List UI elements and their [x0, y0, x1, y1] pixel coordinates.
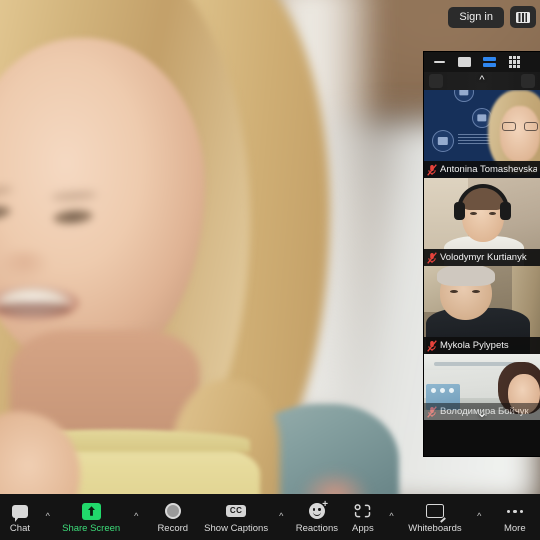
apps-label: Apps — [352, 523, 374, 535]
closed-captions-icon: CC — [225, 505, 247, 518]
single-view-icon — [458, 57, 471, 67]
chevron-up-icon[interactable]: ^ — [477, 511, 481, 521]
participant-eyes — [450, 290, 480, 294]
chevron-up-icon[interactable]: ^ — [279, 511, 283, 521]
microphone-muted-icon — [427, 163, 437, 176]
more-label: More — [503, 523, 526, 535]
sign-in-button[interactable]: Sign in — [448, 6, 504, 28]
speaker-eyebrow-right — [50, 190, 98, 202]
whiteboards-button[interactable]: Whiteboards — [401, 494, 469, 540]
share-screen-label: Share Screen — [62, 523, 121, 535]
more-ellipsis-icon — [506, 509, 524, 513]
share-screen-icon — [81, 502, 101, 520]
gallery-grid-icon — [508, 56, 521, 68]
speaker-view-icon — [483, 57, 496, 67]
chevron-up-icon[interactable]: ^ — [134, 511, 138, 521]
background-emblem — [432, 130, 454, 152]
show-captions-options-caret[interactable]: ^ — [273, 494, 290, 540]
show-captions-label: Show Captions — [204, 523, 269, 535]
participant-tile[interactable]: Mykola Pylypets — [424, 266, 540, 354]
whiteboards-options-caret[interactable]: ^ — [469, 494, 490, 540]
speaker-eye-right — [52, 208, 94, 226]
whiteboards-label: Whiteboards — [408, 523, 462, 535]
view-layout-button[interactable] — [510, 6, 536, 28]
apps-button[interactable]: Apps — [344, 494, 382, 540]
apps-options-caret[interactable]: ^ — [382, 494, 401, 540]
chevron-up-icon[interactable]: ^ — [479, 75, 484, 86]
reactions-label: Reactions — [295, 523, 338, 535]
participant-tile[interactable]: Volodymyr Kurtianyk — [424, 178, 540, 266]
record-button[interactable]: Record — [146, 494, 200, 540]
view-layout-icon — [516, 11, 530, 23]
more-button[interactable]: More — [490, 494, 540, 540]
microphone-muted-icon — [427, 339, 437, 352]
participant-name: Antonina Tomashevska — [440, 164, 537, 175]
speaker-eye-left — [0, 203, 12, 223]
chat-bubble-icon — [11, 504, 28, 522]
participant-eyes — [470, 212, 496, 216]
chevron-up-icon[interactable]: ^ — [46, 511, 50, 521]
participant-headphone-left — [454, 202, 465, 220]
chevron-up-icon[interactable]: ^ — [389, 511, 393, 521]
whiteboard-icon — [425, 504, 444, 519]
reactions-button[interactable]: + Reactions — [290, 494, 344, 540]
minimize-icon — [434, 60, 445, 64]
speaker-eyebrow-left — [0, 184, 14, 200]
speaker-view-button[interactable] — [482, 56, 497, 69]
participant-nameplate: Volodymyr Kurtianyk — [424, 249, 540, 266]
gallery-view-button[interactable] — [507, 56, 522, 69]
chat-button[interactable]: Chat — [0, 494, 40, 540]
chat-label: Chat — [9, 523, 30, 535]
reactions-smiley-icon: + — [308, 500, 328, 520]
participant-glasses — [502, 122, 538, 132]
apps-icon — [354, 503, 371, 519]
participant-nameplate: Antonina Tomashevska — [424, 161, 540, 178]
participant-tile[interactable]: Antonina Tomashevska — [424, 90, 540, 178]
zoom-meeting-window: Sign in ^ Antonina Tomashevska Volodymyr… — [0, 0, 540, 540]
microphone-muted-icon — [427, 251, 437, 264]
participant-nameplate: Mykola Pylypets — [424, 337, 540, 354]
record-label: Record — [157, 523, 189, 535]
participant-face — [500, 106, 540, 162]
speaker-nose — [0, 250, 51, 280]
participant-headphone-right — [500, 202, 511, 220]
minimize-button[interactable] — [432, 56, 447, 69]
participant-filmstrip-panel[interactable]: ^ Antonina Tomashevska Volodymyr Kurtian… — [424, 52, 540, 456]
show-captions-button[interactable]: CC Show Captions — [200, 494, 273, 540]
single-view-button[interactable] — [457, 56, 472, 69]
chevron-down-icon[interactable]: ⌄ — [476, 405, 488, 419]
share-screen-options-caret[interactable]: ^ — [127, 494, 146, 540]
record-circle-icon — [164, 503, 181, 520]
microphone-muted-icon — [427, 405, 437, 418]
participant-name: Mykola Pylypets — [440, 340, 509, 351]
participant-name: Volodymyr Kurtianyk — [440, 252, 527, 263]
share-screen-button[interactable]: Share Screen — [56, 494, 127, 540]
filmstrip-scroll-up-region[interactable]: ^ — [424, 72, 540, 90]
top-right-controls: Sign in — [448, 0, 540, 34]
meeting-toolbar: Chat ^ Share Screen ^ Record CC Show Cap… — [0, 494, 540, 540]
filmstrip-header — [424, 52, 540, 72]
chat-options-caret[interactable]: ^ — [40, 494, 56, 540]
participant-tile[interactable]: Володимира Бойчук ⌄ — [424, 354, 540, 420]
participant-hair — [437, 266, 495, 286]
